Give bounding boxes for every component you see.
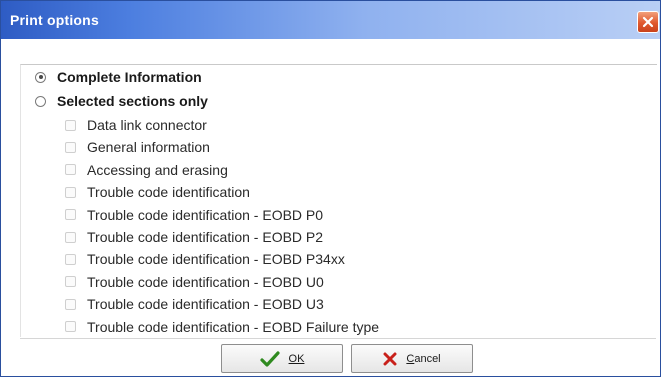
section-label: Trouble code identification - EOBD P0	[87, 206, 324, 223]
section-label: General information	[87, 139, 210, 156]
section-checkbox-row[interactable]: Data link connector	[65, 115, 207, 135]
section-checkbox-row[interactable]: General information	[65, 137, 210, 157]
radio-complete-information[interactable]: Complete Information	[35, 67, 202, 87]
ok-button[interactable]: OK	[221, 344, 343, 373]
section-checkbox-row[interactable]: Trouble code identification - EOBD P2	[65, 227, 323, 247]
radio-selected-label: Selected sections only	[57, 93, 208, 109]
close-icon	[642, 16, 654, 28]
checkmark-icon	[259, 350, 280, 367]
section-checkbox-row[interactable]: Trouble code identification - EOBD U0	[65, 272, 324, 292]
print-options-dialog: Print options Complete Information Selec…	[0, 0, 661, 377]
checkbox[interactable]	[65, 321, 76, 333]
section-checkbox-row[interactable]: Trouble code identification - EOBD P34xx	[65, 249, 345, 269]
section-label: Trouble code identification - EOBD U0	[87, 273, 324, 290]
footer-divider	[20, 338, 656, 339]
section-label: Data link connector	[87, 117, 207, 133]
radio-complete-label: Complete Information	[57, 69, 202, 85]
cancel-button[interactable]: Cancel	[351, 344, 473, 373]
section-label: Trouble code identification - EOBD U3	[87, 296, 324, 313]
section-label: Trouble code identification - EOBD P34xx	[87, 251, 345, 268]
section-label: Trouble code identification - EOBD P2	[87, 229, 324, 245]
section-checkbox-row[interactable]: Trouble code identification - EOBD P0	[65, 205, 323, 225]
radio-button-unchecked[interactable]	[35, 95, 46, 107]
ok-button-label: OK	[288, 352, 305, 365]
section-checkbox-row[interactable]: Trouble code identification - EOBD Failu…	[65, 317, 379, 337]
checkbox[interactable]	[65, 209, 76, 221]
section-checkbox-row[interactable]: Trouble code identification - EOBD U3	[65, 294, 324, 314]
section-checkbox-row[interactable]: Trouble code identification	[65, 182, 250, 202]
section-label: Accessing and erasing	[87, 161, 228, 178]
checkbox[interactable]	[65, 231, 76, 243]
radio-button-checked[interactable]	[35, 71, 46, 83]
section-label: Trouble code identification - EOBD Failu…	[87, 318, 380, 335]
checkbox[interactable]	[65, 276, 76, 288]
section-label: Trouble code identification	[87, 184, 250, 201]
radio-selected-sections[interactable]: Selected sections only	[35, 91, 208, 111]
checkbox[interactable]	[65, 164, 76, 176]
checkbox[interactable]	[65, 186, 76, 198]
options-panel: Complete Information Selected sections o…	[20, 64, 657, 337]
close-button[interactable]	[637, 11, 659, 33]
checkbox[interactable]	[65, 298, 76, 310]
checkbox[interactable]	[65, 119, 76, 131]
title-bar[interactable]: Print options	[1, 1, 660, 39]
x-icon	[383, 352, 397, 366]
section-checkbox-row[interactable]: Accessing and erasing	[65, 160, 228, 180]
cancel-button-label: Cancel	[406, 352, 441, 365]
dialog-title: Print options	[10, 12, 99, 28]
checkbox[interactable]	[65, 253, 76, 265]
checkbox[interactable]	[65, 141, 76, 153]
